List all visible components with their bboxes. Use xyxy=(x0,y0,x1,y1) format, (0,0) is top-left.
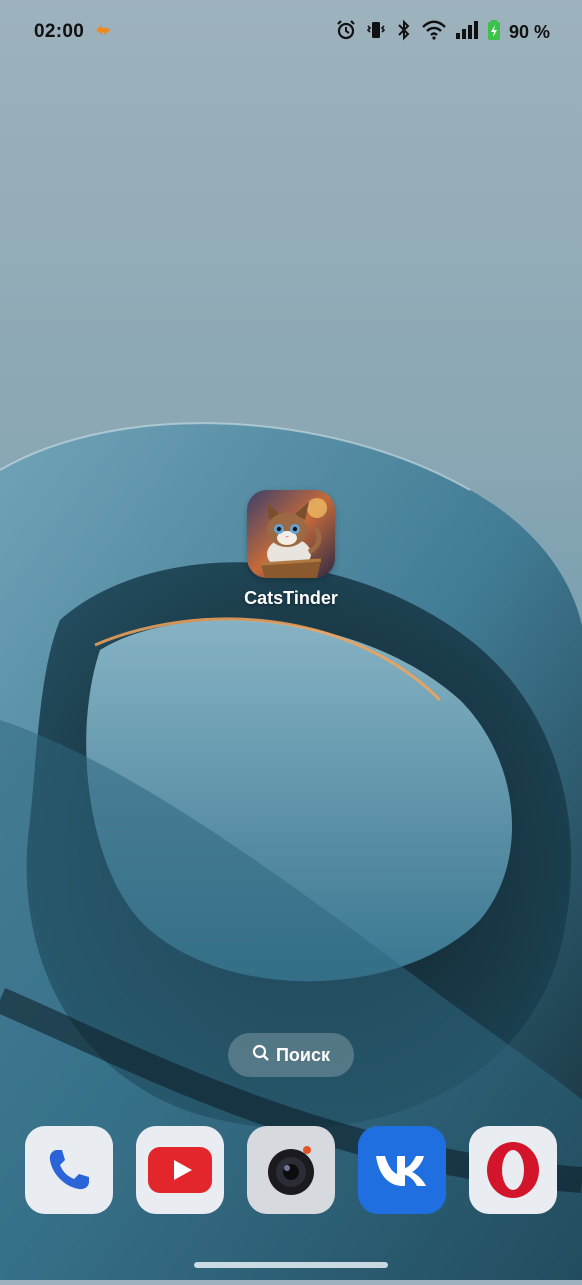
signal-icon xyxy=(455,20,479,45)
data-saver-icon xyxy=(94,22,114,43)
wallpaper-art xyxy=(0,422,582,1280)
camera-app-icon[interactable] xyxy=(247,1126,335,1214)
wifi-icon xyxy=(421,19,447,46)
opera-app-icon[interactable] xyxy=(469,1126,557,1214)
alarm-icon xyxy=(335,19,357,46)
phone-app-icon[interactable] xyxy=(25,1126,113,1214)
youtube-icon xyxy=(148,1147,212,1193)
phone-icon xyxy=(49,1150,89,1190)
status-bar: 02:00 90 % xyxy=(0,0,582,64)
home-indicator[interactable] xyxy=(194,1262,388,1268)
vibrate-icon xyxy=(365,19,387,46)
search-label: Поиск xyxy=(275,1044,331,1065)
vk-app-icon[interactable] xyxy=(358,1126,446,1214)
battery-percent: 90 % xyxy=(508,21,550,42)
status-left: 02:00 xyxy=(34,21,114,43)
dock xyxy=(25,1126,557,1214)
status-right: 90 % xyxy=(335,19,550,46)
catstinder-app-label[interactable]: CatsTinder xyxy=(200,588,382,609)
search-icon xyxy=(252,1044,270,1067)
wallpaper xyxy=(0,0,582,1280)
catstinder-app-icon[interactable] xyxy=(247,490,335,578)
opera-icon xyxy=(487,1142,539,1198)
clock: 02:00 xyxy=(34,21,85,42)
youtube-app-icon[interactable] xyxy=(136,1126,224,1214)
bluetooth-icon xyxy=(395,19,413,46)
search-button[interactable]: Поиск xyxy=(228,1033,354,1077)
camera-icon xyxy=(268,1146,314,1195)
cat-kitten-icon xyxy=(247,490,335,578)
vk-icon xyxy=(376,1156,426,1186)
battery-charging-icon xyxy=(487,19,501,46)
